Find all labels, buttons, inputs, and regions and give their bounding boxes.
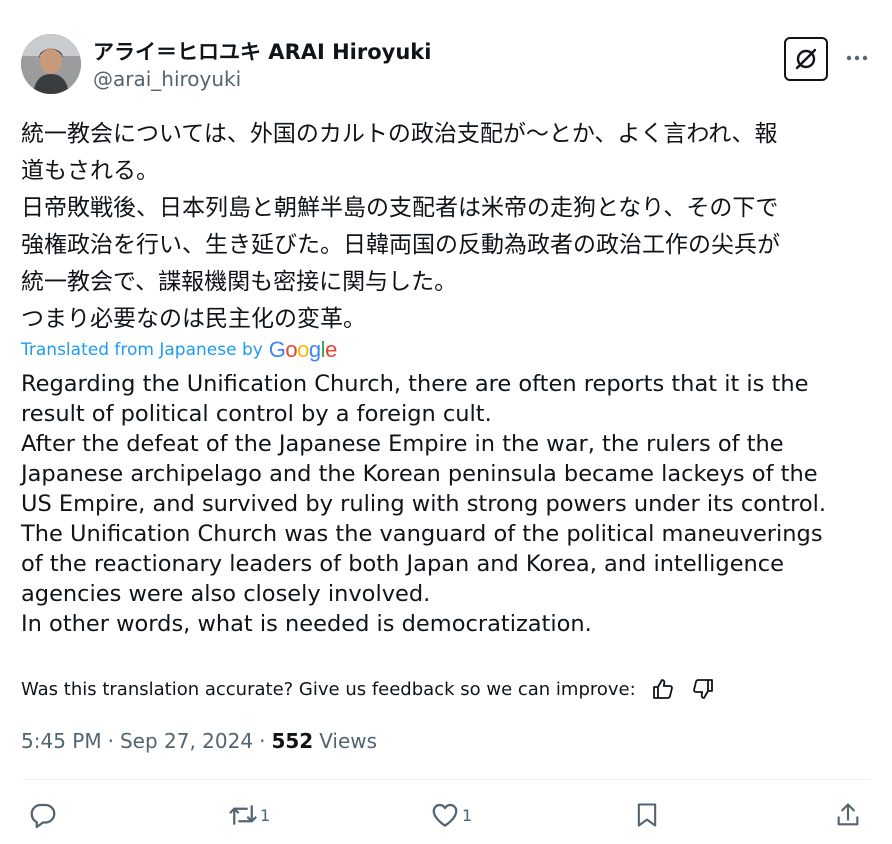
original-line: 統一教会で、諜報機関も密接に関与した。 [21,269,458,295]
bookmark-button[interactable] [633,797,661,833]
translation-line: agencies were also closely involved. [21,581,431,607]
tweet-original-text: 統一教会については、外国のカルトの政治支配が〜とか、よく言われ、報 道もされる。… [21,116,871,338]
original-line: 道もされる。 [21,158,159,184]
thumbs-up-button[interactable] [650,676,676,702]
action-bar: 1 1 [0,797,892,833]
translation-line: Regarding the Unification Church, there … [21,371,809,397]
translation-feedback: Was this translation accurate? Give us f… [21,674,716,704]
translation-line: After the defeat of the Japanese Empire … [21,431,784,457]
translation-line: US Empire, and survived by ruling with s… [21,491,827,517]
translated-from-label[interactable]: Translated from Japanese by [21,340,263,360]
feedback-prompt: Was this translation accurate? Give us f… [21,678,636,700]
tweet-translation-text: Regarding the Unification Church, there … [21,369,881,639]
meta-separator: · [259,729,266,753]
views-label: Views [319,729,378,753]
retweet-button[interactable]: 1 [228,797,270,833]
translation-line: The Unification Church was the vanguard … [21,521,823,547]
author-display-name[interactable]: アライ＝ヒロユキ ARAI Hiroyuki [93,36,431,66]
reply-icon [30,803,56,829]
share-button[interactable] [834,797,862,833]
original-line: 統一教会については、外国のカルトの政治支配が〜とか、よく言われ、報 [21,121,778,147]
translation-line: In other words, what is needed is democr… [21,611,592,637]
tweet-date[interactable]: Sep 27, 2024 [120,729,253,753]
translation-line: of the reactionary leaders of both Japan… [21,551,785,577]
retweet-icon [229,805,257,825]
reply-button[interactable] [28,797,60,833]
avatar-image [21,34,81,94]
author-handle[interactable]: @arai_hiroyuki [93,67,241,91]
grok-icon [795,48,817,70]
divider [21,779,871,780]
thumbs-up-icon [652,679,673,699]
original-line: 日帝敗戦後、日本列島と朝鮮半島の支配者は米帝の走狗となり、その下で [21,195,779,221]
google-logo: Google [268,337,338,362]
tweet-time[interactable]: 5:45 PM [21,729,102,753]
grok-button[interactable] [784,37,828,81]
thumbs-down-button[interactable] [690,676,716,702]
bookmark-icon [637,803,657,827]
more-button[interactable] [845,48,869,68]
original-line: つまり必要なのは民主化の変革。 [21,306,366,332]
views-count: 552 [271,729,314,753]
heart-icon [432,803,458,827]
translation-attribution[interactable]: Translated from Japanese by Google [21,336,337,364]
retweet-count: 1 [260,805,271,825]
tweet-meta: 5:45 PM · Sep 27, 2024 · 552 Views [21,726,377,756]
like-count: 1 [462,805,473,825]
meta-separator: · [107,729,114,753]
like-button[interactable]: 1 [430,797,472,833]
more-icon [846,55,868,61]
original-line: 強権政治を行い、生き延びた。日韓両国の反動為政者の政治工作の尖兵が [21,232,780,258]
translation-line: result of political control by a foreign… [21,401,492,427]
avatar[interactable] [21,34,81,94]
translation-line: Japanese archipelago and the Korean peni… [21,461,818,487]
share-icon [837,803,859,826]
thumbs-down-icon [692,679,713,699]
